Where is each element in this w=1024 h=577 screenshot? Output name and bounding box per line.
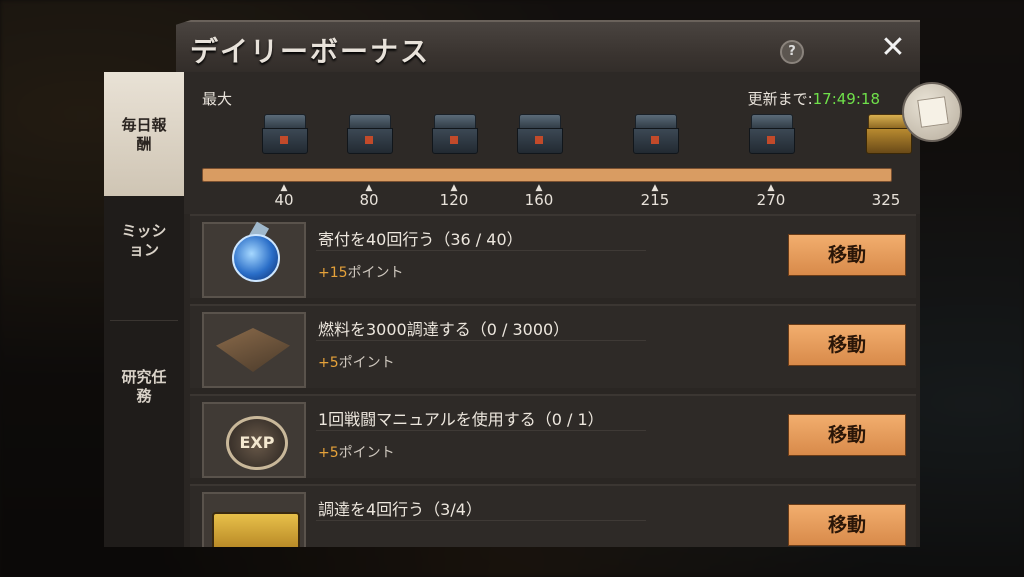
move-button[interactable]: 移動 — [788, 234, 906, 276]
tab-label: ミッション — [121, 222, 167, 259]
close-icon[interactable]: ✕ — [880, 33, 906, 63]
task-name: 調達を4回行う（3/4） — [318, 500, 482, 519]
milestone-tick: ▲ 40 — [274, 183, 294, 209]
content-area: 最大 更新まで:17:49:18 ▲ 40 ▲ 80 ▲ 120 ▲ 160 ▲ 215 … — [184, 72, 920, 547]
task-name: 燃料を3000調達する（0 / 3000） — [318, 320, 570, 339]
refresh-timer: 更新まで:17:49:18 — [748, 88, 880, 109]
dialog-title: デイリーボーナス — [190, 35, 431, 68]
task-points: +5ポイント — [318, 445, 395, 461]
reward-chest-icon[interactable] — [633, 114, 679, 154]
exp-badge-icon: EXP — [202, 402, 306, 478]
reward-preview-icon[interactable] — [902, 82, 962, 142]
tab-label: 研究任務 — [121, 368, 167, 405]
move-button[interactable]: 移動 — [788, 324, 906, 366]
tab-mission[interactable]: ミッション — [104, 222, 184, 260]
points-progress-bar — [202, 168, 892, 182]
refinery-building-icon — [202, 312, 306, 388]
milestone-tick: ▲325 — [871, 191, 901, 209]
progress-section: 最大 更新まで:17:49:18 ▲ 40 ▲ 80 ▲ 120 ▲ 160 ▲ 215 … — [184, 72, 920, 214]
reward-chest-icon[interactable] — [432, 114, 478, 154]
milestone-tick: ▲ 215 — [640, 183, 670, 209]
tab-label: 毎日報酬 — [121, 116, 167, 153]
refresh-time: 17:49:18 — [812, 90, 880, 108]
daily-bonus-dialog: デイリーボーナス ? ✕ 毎日報酬 ミッション 研究任務 最大 更新まで:17:… — [104, 20, 962, 547]
reward-chest-icon[interactable] — [262, 114, 308, 154]
task-row: 寄付を40回行う（36 / 40） +15ポイント 移動 — [190, 214, 916, 298]
milestone-tick: ▲ 80 — [359, 183, 379, 209]
task-name: 1回戦闘マニュアルを使用する（0 / 1） — [318, 410, 604, 429]
refresh-label: 更新まで: — [747, 90, 813, 108]
tab-research[interactable]: 研究任務 — [104, 368, 184, 406]
move-button[interactable]: 移動 — [788, 414, 906, 456]
reward-chest-icon[interactable] — [749, 114, 795, 154]
task-points: +5ポイント — [318, 355, 395, 371]
milestone-tick: ▲ 270 — [756, 183, 786, 209]
task-row: EXP 1回戦闘マニュアルを使用する（0 / 1） +5ポイント 移動 — [190, 394, 916, 478]
task-row: 調達を4回行う（3/4） 移動 — [190, 484, 916, 547]
move-button[interactable]: 移動 — [788, 504, 906, 546]
supply-truck-icon — [202, 492, 306, 547]
sidebar: 毎日報酬 ミッション 研究任務 — [104, 72, 184, 547]
reward-chest-icon[interactable] — [347, 114, 393, 154]
milestone-tick: ▲ 120 — [439, 183, 469, 209]
task-points: +15ポイント — [318, 265, 404, 281]
reward-chest-icon[interactable] — [517, 114, 563, 154]
max-label: 最大 — [202, 90, 233, 108]
potion-flask-icon — [202, 221, 306, 298]
milestone-tick: ▲ 160 — [524, 183, 554, 209]
tab-daily-reward[interactable]: 毎日報酬 — [104, 72, 184, 196]
task-row: 燃料を3000調達する（0 / 3000） +5ポイント 移動 — [190, 304, 916, 388]
divider — [110, 320, 178, 321]
help-icon[interactable]: ? — [780, 40, 804, 64]
task-name: 寄付を40回行う（36 / 40） — [318, 230, 523, 249]
